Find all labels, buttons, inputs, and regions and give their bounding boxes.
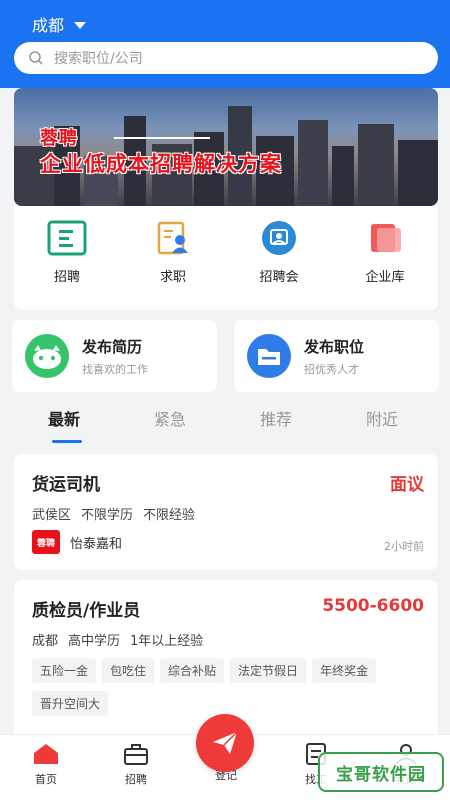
job-location: 武侯区 <box>32 508 72 523</box>
chevron-down-icon <box>74 21 87 29</box>
banner-slogan: 企业低成本招聘解决方案 <box>40 152 282 176</box>
welfare-tag: 综合补贴 <box>160 658 225 683</box>
company-library-icon <box>371 224 401 252</box>
job-experience: 1年以上经验 <box>130 634 204 649</box>
folder-icon <box>247 334 291 378</box>
welfare-tag: 晋升空间大 <box>32 691 109 716</box>
paper-plane-icon <box>213 731 238 754</box>
job-title: 货运司机 <box>32 475 100 495</box>
publish-resume-button[interactable]: 发布简历 找喜欢的工作 <box>12 320 217 392</box>
briefcase-icon <box>124 744 148 765</box>
top-header: 成都 搜索职位/公司 <box>0 0 450 88</box>
publish-title: 发布简历 <box>82 337 143 356</box>
job-experience: 不限经验 <box>143 508 196 523</box>
search-placeholder: 搜索职位/公司 <box>54 51 143 67</box>
tab-nearby[interactable]: 附近 <box>366 406 398 430</box>
search-icon <box>29 51 43 65</box>
promo-banner[interactable]: 蓉聘 企业低成本招聘解决方案 <box>14 88 438 206</box>
tab-recommend[interactable]: 推荐 <box>260 406 292 430</box>
tab-urgent[interactable]: 紧急 <box>154 406 186 430</box>
nav-home[interactable]: 首页 <box>16 743 76 787</box>
recruit-icon <box>47 220 87 256</box>
welfare-tag: 年终奖金 <box>312 658 377 683</box>
tab-latest[interactable]: 最新 <box>48 406 80 430</box>
city-label: 成都 <box>32 16 65 35</box>
job-meta: 成都 高中学历 1年以上经验 <box>32 630 203 649</box>
job-tabs: 最新 紧急 推荐 附近 <box>0 406 450 446</box>
job-meta: 武侯区 不限学历 不限经验 <box>32 504 195 523</box>
publish-job-button[interactable]: 发布职位 招优秀人才 <box>234 320 439 392</box>
job-card[interactable]: 货运司机 面议 武侯区 不限学历 不限经验 蓉聘 怡泰嘉和 2小时前 <box>14 454 438 570</box>
resume-icon <box>157 221 188 255</box>
nav-label: 首页 <box>35 773 57 786</box>
job-salary: 面议 <box>390 475 424 495</box>
home-icon <box>34 744 58 764</box>
quick-item-jobfair[interactable]: 招聘会 <box>226 206 332 310</box>
job-salary: 5500-6600 <box>322 596 424 616</box>
company-logo: 蓉聘 <box>32 530 60 554</box>
job-education: 高中学历 <box>68 634 121 649</box>
company-name: 怡泰嘉和 <box>70 536 123 552</box>
nav-recruit[interactable]: 招聘 <box>106 743 166 787</box>
quick-item-label: 招聘会 <box>259 270 299 285</box>
tab-indicator <box>52 440 82 443</box>
quick-item-recruit[interactable]: 招聘 <box>14 206 120 310</box>
welfare-tag: 五险一金 <box>32 658 97 683</box>
quick-item-label: 招聘 <box>53 270 80 285</box>
job-title: 质检员/作业员 <box>32 601 141 621</box>
nav-label: 招聘 <box>125 773 147 786</box>
register-fab-button[interactable] <box>196 714 254 772</box>
company-row: 蓉聘 怡泰嘉和 <box>32 530 122 554</box>
publish-title: 发布职位 <box>304 337 365 356</box>
quick-item-label: 求职 <box>159 270 186 285</box>
post-time: 2小时前 <box>384 540 424 553</box>
quick-entry-grid: 招聘 求职 招聘会 企业库 <box>14 206 438 310</box>
publish-subtitle: 找喜欢的工作 <box>82 362 148 376</box>
welfare-tag: 包吃住 <box>102 658 155 683</box>
publish-subtitle: 招优秀人才 <box>304 362 359 376</box>
banner-brand: 蓉聘 <box>40 128 78 149</box>
job-education: 不限学历 <box>81 508 134 523</box>
quick-item-jobseek[interactable]: 求职 <box>120 206 226 310</box>
job-location: 成都 <box>32 634 59 649</box>
job-fair-icon <box>262 221 296 255</box>
quick-item-companylib[interactable]: 企业库 <box>332 206 438 310</box>
smiley-icon <box>25 334 69 378</box>
quick-item-label: 企业库 <box>365 270 405 285</box>
city-selector[interactable]: 成都 <box>32 12 87 36</box>
search-input[interactable]: 搜索职位/公司 <box>14 42 438 74</box>
watermark: 宝哥软件园 <box>318 752 444 792</box>
welfare-tag: 法定节假日 <box>230 658 307 683</box>
